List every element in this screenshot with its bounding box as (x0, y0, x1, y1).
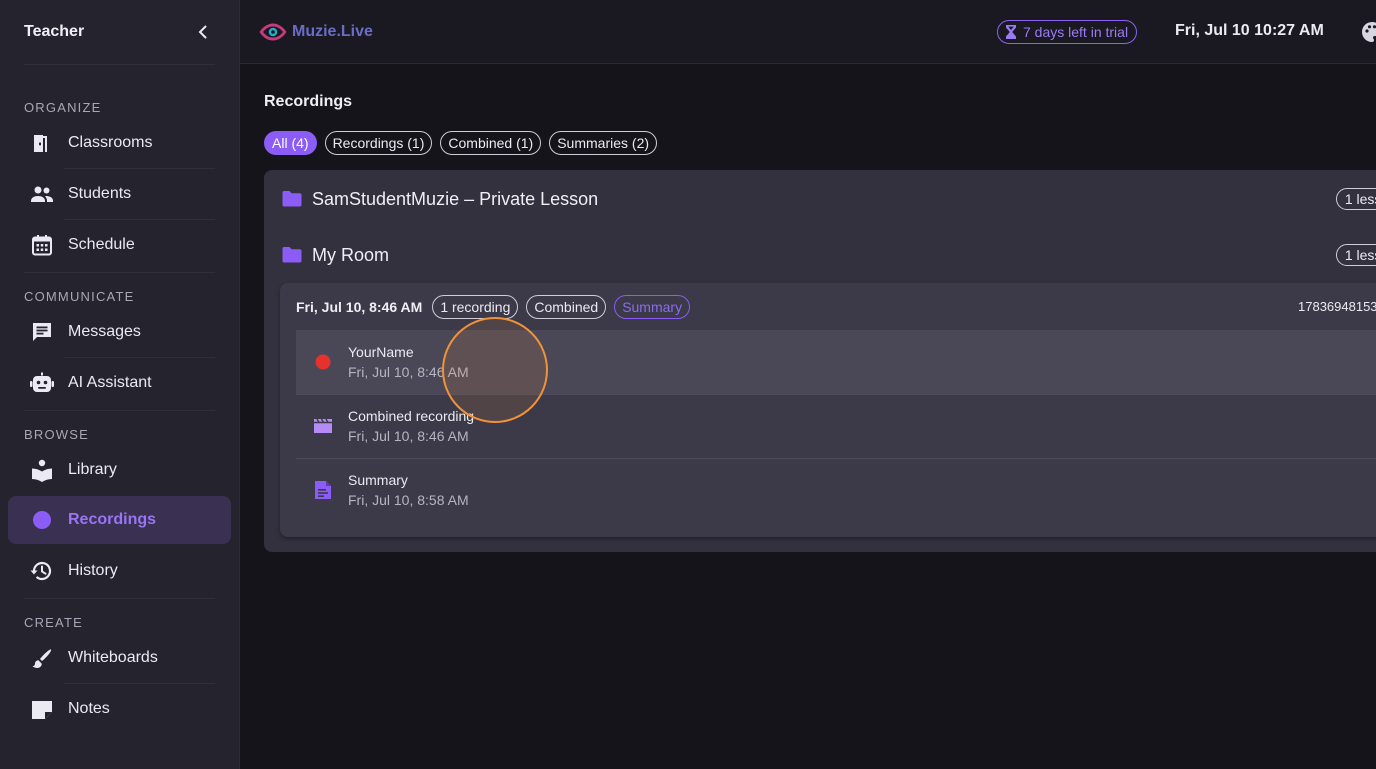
row-timestamp: Fri, Jul 10, 8:46 AM (348, 428, 469, 444)
sidebar-section-organize: ORGANIZE Classrooms Students Schedule (0, 65, 239, 270)
lesson-count-badge: 1 lesson (1335, 244, 1376, 266)
door-icon (34, 135, 47, 152)
session-id: 1783694815347 (1298, 299, 1376, 314)
topbar: Muzie.Live 7 days left in trial Fri, Jul… (240, 0, 1376, 64)
sidebar-item-label: Recordings (68, 511, 157, 528)
collapse-sidebar-button[interactable] (191, 20, 215, 44)
filter-combined[interactable]: Combined (1) (440, 131, 542, 155)
sidebar-item-label: Classrooms (68, 134, 153, 151)
combined-tag: Combined (526, 295, 607, 319)
sidebar-item-students[interactable]: Students (0, 169, 239, 219)
trial-badge[interactable]: 7 days left in trial (997, 20, 1138, 44)
section-label: BROWSE (24, 427, 89, 442)
summary-tag: Summary (614, 295, 691, 319)
row-title: YourName (348, 344, 414, 360)
current-datetime: Fri, Jul 10 10:27 AM (1175, 22, 1324, 39)
sidebar-item-label: History (68, 562, 118, 579)
sidebar-item-history[interactable]: History (0, 546, 239, 596)
record-circle-icon (33, 511, 51, 529)
filter-recordings[interactable]: Recordings (1) (324, 131, 433, 155)
chevron-left-icon (198, 25, 207, 39)
row-title: Combined recording (348, 408, 475, 424)
sidebar: Teacher ORGANIZE Classrooms Students Sch… (0, 0, 240, 769)
sidebar-title: Teacher (24, 23, 85, 40)
row-title: Summary (348, 472, 408, 488)
sidebar-item-schedule[interactable]: Schedule (0, 220, 239, 270)
clapperboard-icon (314, 418, 332, 433)
sidebar-item-label: Whiteboards (68, 649, 158, 666)
theme-button[interactable] (1360, 20, 1376, 49)
section-label: CREATE (24, 615, 83, 630)
palette-icon (1362, 22, 1376, 42)
filter-all[interactable]: All (4) (264, 131, 317, 155)
folder-row[interactable]: SamStudentMuzie – Private Lesson 1 lesso… (282, 187, 1376, 211)
session-header: Fri, Jul 10, 8:46 AM 1 recording Combine… (296, 295, 1376, 319)
sidebar-item-label: Students (68, 185, 132, 202)
session-date: Fri, Jul 10, 8:46 AM (296, 299, 423, 315)
folder-name: My Room (312, 244, 390, 265)
app-logo[interactable]: Muzie.Live (258, 22, 373, 42)
record-dot-icon (315, 354, 331, 370)
row-timestamp: Fri, Jul 10, 8:46 AM (348, 364, 469, 380)
section-label: ORGANIZE (24, 100, 102, 115)
sidebar-item-ai-assistant[interactable]: AI Assistant (0, 358, 239, 408)
filter-summaries[interactable]: Summaries (2) (549, 131, 658, 155)
sidebar-item-recordings[interactable]: Recordings (8, 496, 231, 544)
document-icon (315, 481, 331, 499)
folder-row[interactable]: My Room 1 lesson (282, 243, 1376, 267)
sidebar-item-label: AI Assistant (68, 374, 152, 391)
sidebar-item-label: Notes (68, 700, 110, 717)
row-timestamp: Fri, Jul 10, 8:58 AM (348, 492, 469, 508)
sidebar-section-browse: BROWSE Library Recordings History (0, 411, 239, 596)
sidebar-item-messages[interactable]: Messages (0, 307, 239, 357)
recording-row[interactable]: YourName Fri, Jul 10, 8:46 AM (296, 330, 1376, 394)
logo-text: Muzie.Live (292, 22, 373, 40)
sidebar-item-notes[interactable]: Notes (0, 684, 239, 734)
book-reader-icon (32, 459, 52, 482)
sidebar-item-library[interactable]: Library (0, 445, 239, 495)
note-icon (32, 701, 52, 719)
eye-logo-icon (259, 23, 287, 40)
combined-recording-row[interactable]: Combined recording Fri, Jul 10, 8:46 AM (296, 394, 1376, 458)
hourglass-icon (1006, 25, 1016, 39)
calendar-icon (32, 235, 52, 256)
folder-icon (282, 191, 302, 207)
folder-icon (282, 247, 302, 263)
people-icon (31, 186, 53, 202)
sidebar-item-label: Schedule (68, 236, 135, 253)
filter-chips: All (4) Recordings (1) Combined (1) Summ… (264, 131, 658, 155)
section-label: COMMUNICATE (24, 289, 135, 304)
trial-text: 7 days left in trial (1023, 24, 1129, 40)
sidebar-section-create: CREATE Whiteboards Notes (0, 599, 239, 734)
brush-icon (32, 649, 52, 668)
session-card: Fri, Jul 10, 8:46 AM 1 recording Combine… (280, 283, 1376, 537)
sidebar-header: Teacher (0, 0, 239, 64)
recordings-panel: SamStudentMuzie – Private Lesson 1 lesso… (264, 170, 1376, 552)
lesson-count-badge: 1 lesson (1335, 188, 1376, 210)
history-icon (30, 561, 52, 581)
sidebar-item-classrooms[interactable]: Classrooms (0, 118, 239, 168)
sidebar-item-label: Messages (68, 323, 141, 340)
page-title: Recordings (264, 93, 353, 110)
robot-icon (30, 372, 54, 392)
recording-count-tag: 1 recording (432, 295, 519, 319)
sidebar-section-communicate: COMMUNICATE Messages AI Assistant (0, 273, 239, 408)
folder-name: SamStudentMuzie – Private Lesson (312, 188, 599, 209)
sidebar-item-label: Library (68, 461, 117, 478)
summary-row[interactable]: Summary Fri, Jul 10, 8:58 AM (296, 458, 1376, 522)
message-icon (33, 323, 51, 341)
sidebar-item-whiteboards[interactable]: Whiteboards (0, 633, 239, 683)
